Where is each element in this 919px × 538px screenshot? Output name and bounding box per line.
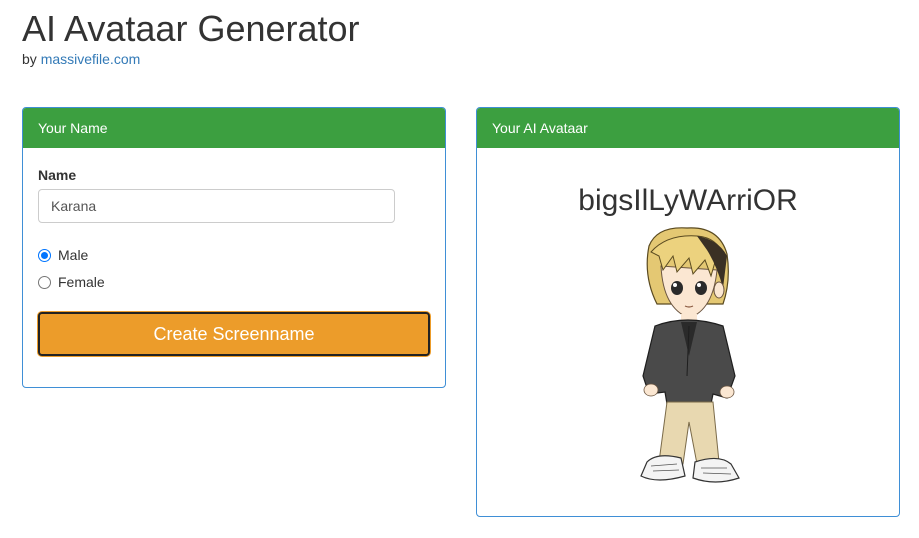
name-input[interactable] xyxy=(38,189,395,223)
radio-female[interactable]: Female xyxy=(38,274,105,290)
radio-male-button[interactable] xyxy=(38,248,51,262)
radio-male[interactable]: Male xyxy=(38,247,88,263)
avatar-panel-heading: Your AI Avataar xyxy=(477,108,899,148)
avatar-panel: Your AI Avataar bigsIlLyWArriOR xyxy=(476,107,900,517)
create-screenname-button[interactable]: Create Screenname xyxy=(38,312,430,356)
name-panel: Your Name Name Male Female Create Screen… xyxy=(22,107,446,388)
byline: by massivefile.com xyxy=(22,51,140,67)
byline-prefix: by xyxy=(22,51,37,67)
avatar-image xyxy=(640,227,740,483)
screenname-text: bigsIlLyWArriOR xyxy=(578,184,798,217)
radio-female-label[interactable]: Female xyxy=(58,274,105,290)
name-label: Name xyxy=(38,167,77,183)
name-panel-heading: Your Name xyxy=(23,108,445,148)
radio-female-button[interactable] xyxy=(38,275,51,289)
massivefile-link[interactable]: massivefile.com xyxy=(41,51,141,67)
page-title: AI Avataar Generator xyxy=(22,8,360,49)
radio-male-label[interactable]: Male xyxy=(58,247,88,263)
